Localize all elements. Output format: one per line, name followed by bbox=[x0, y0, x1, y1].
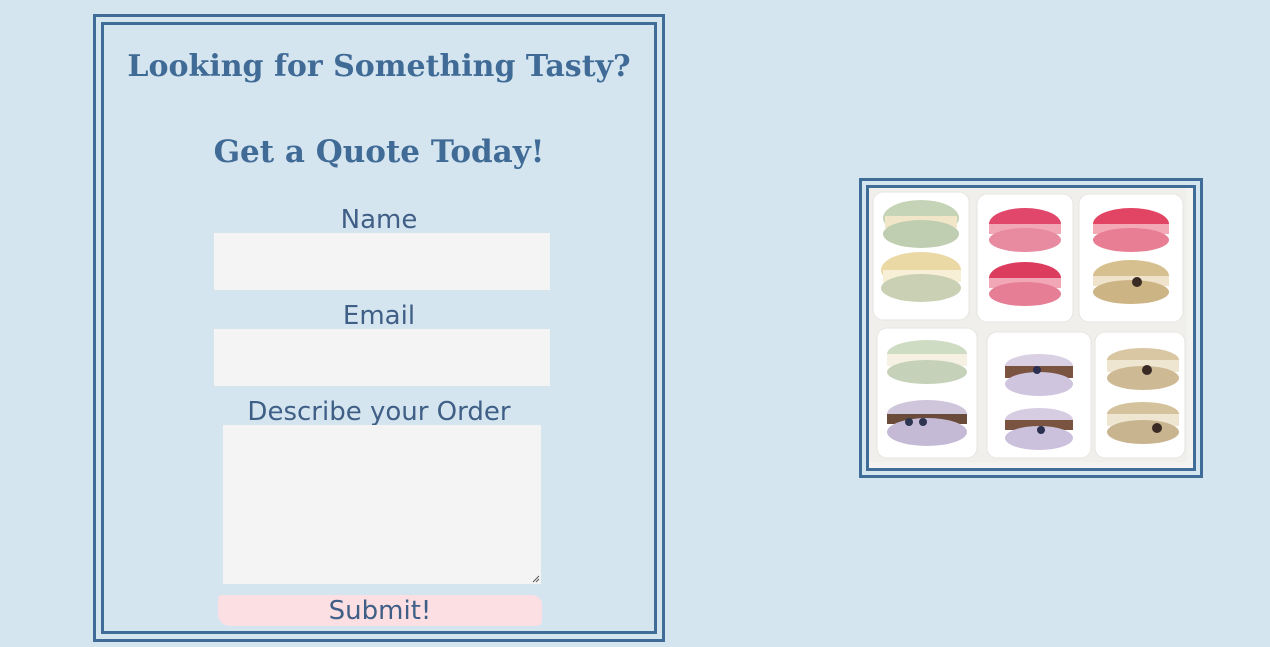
form-subtitle: Get a Quote Today! bbox=[213, 134, 545, 170]
submit-button[interactable]: Submit! bbox=[218, 595, 542, 626]
quote-form-inner-border: Looking for Something Tasty? Get a Quote… bbox=[101, 22, 657, 634]
macarons-image bbox=[869, 188, 1187, 462]
order-textarea[interactable] bbox=[223, 425, 541, 584]
email-input[interactable] bbox=[214, 329, 550, 386]
name-input[interactable] bbox=[214, 233, 550, 290]
name-label: Name bbox=[340, 205, 418, 235]
resize-grip-icon[interactable] bbox=[532, 575, 540, 583]
form-title: Looking for Something Tasty? bbox=[127, 49, 631, 84]
photo-inner-border bbox=[866, 185, 1196, 471]
order-label: Describe your Order bbox=[247, 397, 511, 427]
photo-frame bbox=[859, 178, 1203, 478]
email-label: Email bbox=[342, 301, 416, 331]
quote-form-panel: Looking for Something Tasty? Get a Quote… bbox=[93, 14, 665, 642]
page: Looking for Something Tasty? Get a Quote… bbox=[0, 0, 1270, 647]
